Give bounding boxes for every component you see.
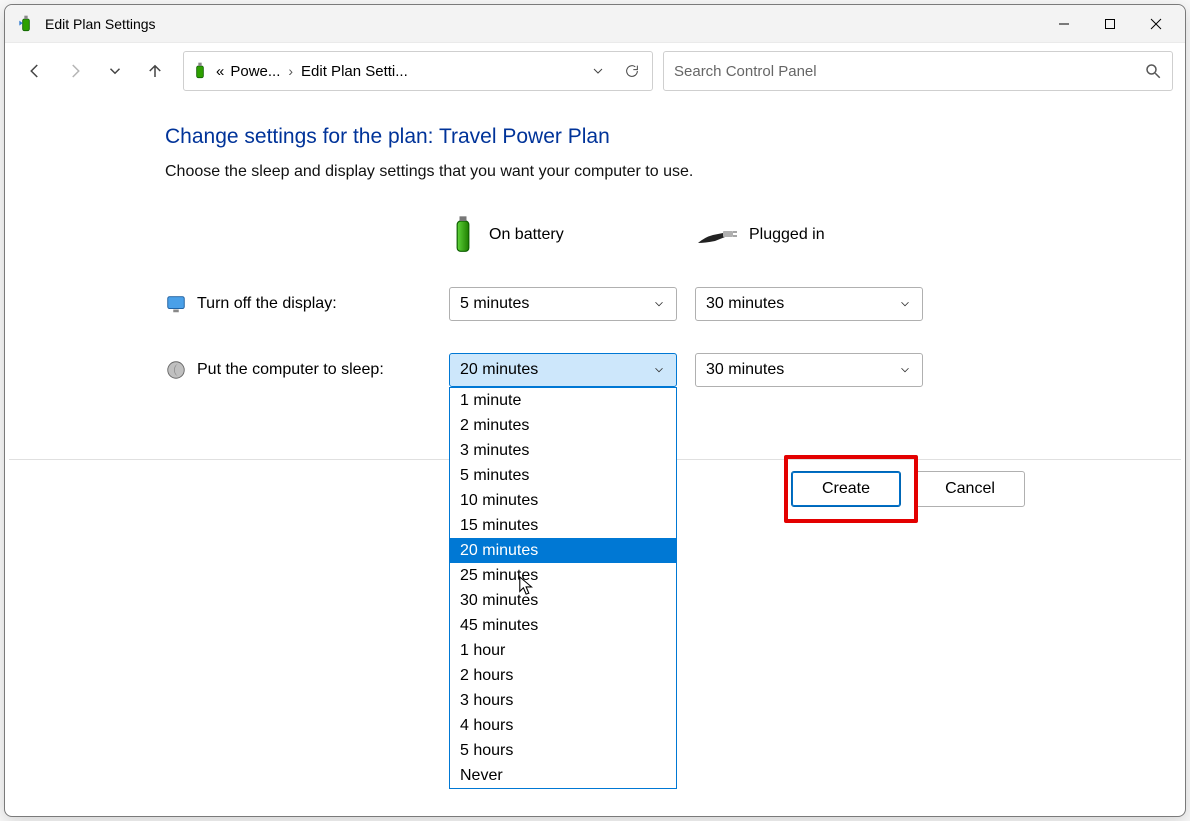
refresh-button[interactable] [618,57,646,85]
dropdown-option[interactable]: 3 minutes [450,438,676,463]
address-bar[interactable]: « Powe... › Edit Plan Setti... [183,51,653,91]
breadcrumb-item[interactable]: Edit Plan Setti... [301,63,408,80]
display-battery-select[interactable]: 5 minutes [449,287,677,321]
dropdown-option[interactable]: 10 minutes [450,488,676,513]
display-plugged-select[interactable]: 30 minutes [695,287,923,321]
plug-icon [695,221,737,249]
dropdown-option[interactable]: 2 hours [450,663,676,688]
dropdown-option[interactable]: 20 minutes [450,538,676,563]
sleep-battery-dropdown: 1 minute2 minutes3 minutes5 minutes10 mi… [449,387,677,789]
address-dropdown-button[interactable] [584,57,612,85]
cancel-button[interactable]: Cancel [915,471,1025,507]
maximize-button[interactable] [1087,8,1133,40]
recent-locations-button[interactable] [103,59,127,83]
sleep-battery-select[interactable]: 20 minutes 1 minute2 minutes3 minutes5 m… [449,353,677,387]
search-icon [1144,62,1162,80]
dropdown-option[interactable]: 5 minutes [450,463,676,488]
forward-button[interactable] [63,59,87,83]
back-button[interactable] [23,59,47,83]
minimize-button[interactable] [1041,8,1087,40]
dropdown-option[interactable]: 2 minutes [450,413,676,438]
dropdown-option[interactable]: 30 minutes [450,588,676,613]
breadcrumb: « Powe... › Edit Plan Setti... [216,63,578,80]
window-title: Edit Plan Settings [45,16,156,32]
select-value: 30 minutes [706,295,784,313]
column-label: On battery [489,226,564,244]
footer-buttons: Create Cancel [791,471,1025,507]
select-value: 30 minutes [706,361,784,379]
chevron-right-icon[interactable]: › [286,63,295,79]
dropdown-option[interactable]: 45 minutes [450,613,676,638]
select-value: 5 minutes [460,295,529,313]
titlebar: Edit Plan Settings [5,5,1185,43]
up-button[interactable] [143,59,167,83]
chevron-down-icon [898,297,912,311]
dropdown-option[interactable]: 3 hours [450,688,676,713]
search-box[interactable] [663,51,1173,91]
window: Edit Plan Settings [4,4,1186,817]
column-header-plugged: Plugged in [695,207,923,263]
content: Change settings for the plan: Travel Pow… [5,99,1185,389]
dropdown-option[interactable]: 25 minutes [450,563,676,588]
create-button[interactable]: Create [791,471,901,507]
dropdown-option[interactable]: 4 hours [450,713,676,738]
row-sleep-label: Put the computer to sleep: [165,351,431,389]
monitor-icon [165,293,187,315]
page-title: Change settings for the plan: Travel Pow… [165,125,1173,149]
close-button[interactable] [1133,8,1179,40]
dropdown-option[interactable]: 5 hours [450,738,676,763]
dropdown-option[interactable]: 15 minutes [450,513,676,538]
dropdown-option[interactable]: Never [450,763,676,788]
column-header-battery: On battery [449,207,677,263]
row-display-label: Turn off the display: [165,285,431,323]
column-label: Plugged in [749,226,825,244]
toolbar: « Powe... › Edit Plan Setti... [5,43,1185,99]
sleep-plugged-select[interactable]: 30 minutes [695,353,923,387]
moon-icon [165,359,187,381]
battery-icon [449,214,477,256]
dropdown-option[interactable]: 1 hour [450,638,676,663]
chevron-down-icon [652,297,666,311]
search-input[interactable] [674,63,1144,80]
page-subtitle: Choose the sleep and display settings th… [165,163,1173,181]
breadcrumb-item[interactable]: Powe... [230,63,280,80]
select-value: 20 minutes [460,361,538,379]
chevron-down-icon [898,363,912,377]
breadcrumb-prefix: « [216,63,224,80]
dropdown-option[interactable]: 1 minute [450,388,676,413]
address-icon [190,61,210,81]
chevron-down-icon [652,363,666,377]
app-icon [15,13,37,35]
